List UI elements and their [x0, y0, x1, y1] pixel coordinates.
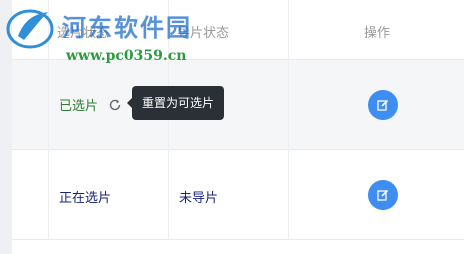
edit-icon: [377, 189, 389, 201]
edit-icon: [377, 99, 389, 111]
watermark-logo-icon: [6, 9, 54, 49]
select-status-cell: 已选片: [59, 99, 99, 114]
table-row: 正在选片 未导片: [12, 150, 464, 240]
select-status-cell: 正在选片: [59, 191, 112, 206]
watermark-site-name: 河东软件园: [62, 13, 192, 42]
guide-status-cell: 未导片: [179, 191, 219, 206]
edit-button[interactable]: [368, 180, 398, 210]
watermark-url: www.pc0359.cn: [66, 48, 187, 64]
column-header-actions: 操作: [364, 26, 391, 41]
reset-tooltip: 重置为可选片: [126, 86, 225, 120]
edit-button[interactable]: [368, 90, 398, 120]
site-watermark: 河东软件园 www.pc0359.cn: [0, 0, 220, 75]
reset-icon[interactable]: [108, 97, 122, 111]
column-divider: [288, 0, 289, 240]
